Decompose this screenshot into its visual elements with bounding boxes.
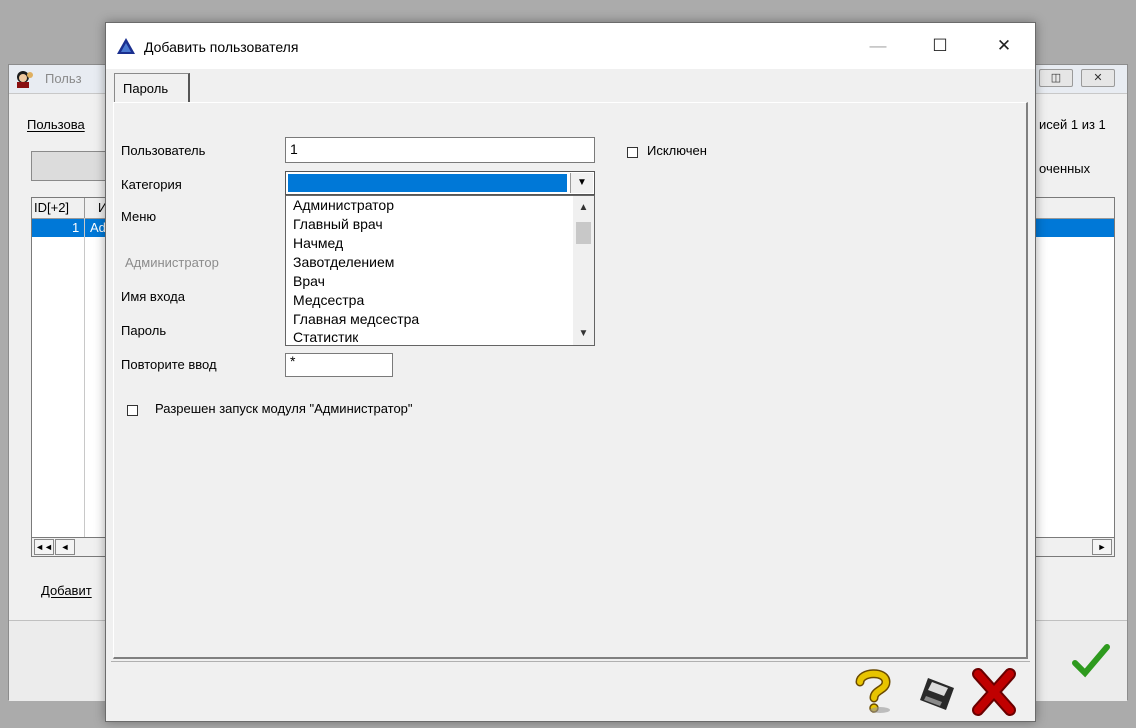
add-user-button[interactable]: Добавит — [41, 583, 92, 598]
category-dropdown-list[interactable]: Администратор Главный врач Начмед Завотд… — [285, 195, 595, 346]
allow-admin-checkbox[interactable] — [127, 405, 138, 416]
login-label: Имя входа — [121, 289, 185, 304]
restore-button[interactable]: ◫ — [1039, 69, 1073, 87]
row-name: Ad — [90, 220, 106, 235]
app-triangle-icon — [116, 36, 136, 56]
category-selected-value — [288, 174, 567, 192]
grid-col-divider — [84, 198, 85, 218]
background-window-title: Польз — [45, 71, 82, 86]
cancel-icon[interactable] — [968, 666, 1020, 718]
list-item[interactable]: Начмед — [293, 234, 343, 253]
chevron-down-icon[interactable]: ▼ — [570, 173, 593, 193]
tab-label: Пароль — [123, 81, 169, 96]
scroll-right-button[interactable]: ► — [1092, 539, 1112, 555]
category-select[interactable]: ▼ — [285, 171, 595, 195]
list-item[interactable]: Медсестра — [293, 291, 364, 310]
close-button[interactable]: ✕ — [982, 23, 1026, 69]
scroll-down-icon[interactable]: ▼ — [573, 326, 594, 342]
dialog-titlebar: Добавить пользователя — ☐ ✕ — [106, 23, 1035, 69]
list-item[interactable]: Врач — [293, 272, 325, 291]
maximize-button[interactable]: ☐ — [918, 23, 962, 69]
list-item[interactable]: Главная медсестра — [293, 310, 419, 329]
excluded-label: Исключен — [647, 143, 707, 158]
repeat-password-input[interactable]: * — [285, 353, 393, 377]
records-count: исей 1 из 1 — [1039, 117, 1106, 132]
users-app-icon — [15, 69, 35, 89]
list-item[interactable]: Статистик — [293, 329, 358, 345]
repeat-password-label: Повторите ввод — [121, 357, 217, 372]
allow-admin-label: Разрешен запуск модуля "Администратор" — [155, 401, 413, 416]
users-label: Пользова — [27, 117, 85, 132]
category-label: Категория — [121, 177, 182, 192]
minimize-button[interactable]: — — [856, 23, 900, 69]
restore-icon: ◫ — [1050, 72, 1062, 84]
user-label: Пользователь — [121, 143, 206, 158]
add-user-dialog: Добавить пользователя — ☐ ✕ Пароль Польз… — [105, 22, 1036, 722]
scroll-thumb[interactable] — [576, 222, 591, 244]
close-icon: ✕ — [1093, 72, 1103, 84]
user-input[interactable]: 1 — [285, 137, 595, 163]
dropdown-scrollbar[interactable]: ▲ ▼ — [573, 196, 594, 345]
admin-label: Администратор — [125, 255, 219, 270]
nav-prev-button[interactable]: ◄ — [55, 539, 75, 555]
dialog-footer — [106, 662, 1035, 721]
excluded-checkbox[interactable] — [627, 147, 638, 158]
password-label: Пароль — [121, 323, 167, 338]
dialog-title: Добавить пользователя — [144, 39, 299, 55]
tab-password[interactable]: Пароль — [114, 73, 190, 103]
background-close-button[interactable]: ✕ — [1081, 69, 1115, 87]
nav-first-button[interactable]: ◄◄ — [34, 539, 54, 555]
help-icon[interactable] — [850, 668, 896, 714]
list-item[interactable]: Главный врач — [293, 215, 383, 234]
ok-icon[interactable] — [1071, 641, 1111, 681]
scroll-up-icon[interactable]: ▲ — [573, 200, 594, 216]
search-box[interactable] — [31, 151, 111, 181]
filter-label: оченных — [1039, 161, 1091, 176]
grid-header-id[interactable]: ID[+2] — [34, 200, 69, 215]
menu-label: Меню — [121, 209, 157, 224]
list-item[interactable]: Завотделением — [293, 253, 394, 272]
row-id: 1 — [72, 220, 80, 235]
list-item[interactable]: Администратор — [293, 196, 394, 215]
save-icon[interactable] — [914, 676, 960, 712]
dialog-content: Пароль Пользователь 1 Категория ▼ Меню А… — [111, 69, 1030, 661]
grid-col-line — [84, 218, 85, 538]
